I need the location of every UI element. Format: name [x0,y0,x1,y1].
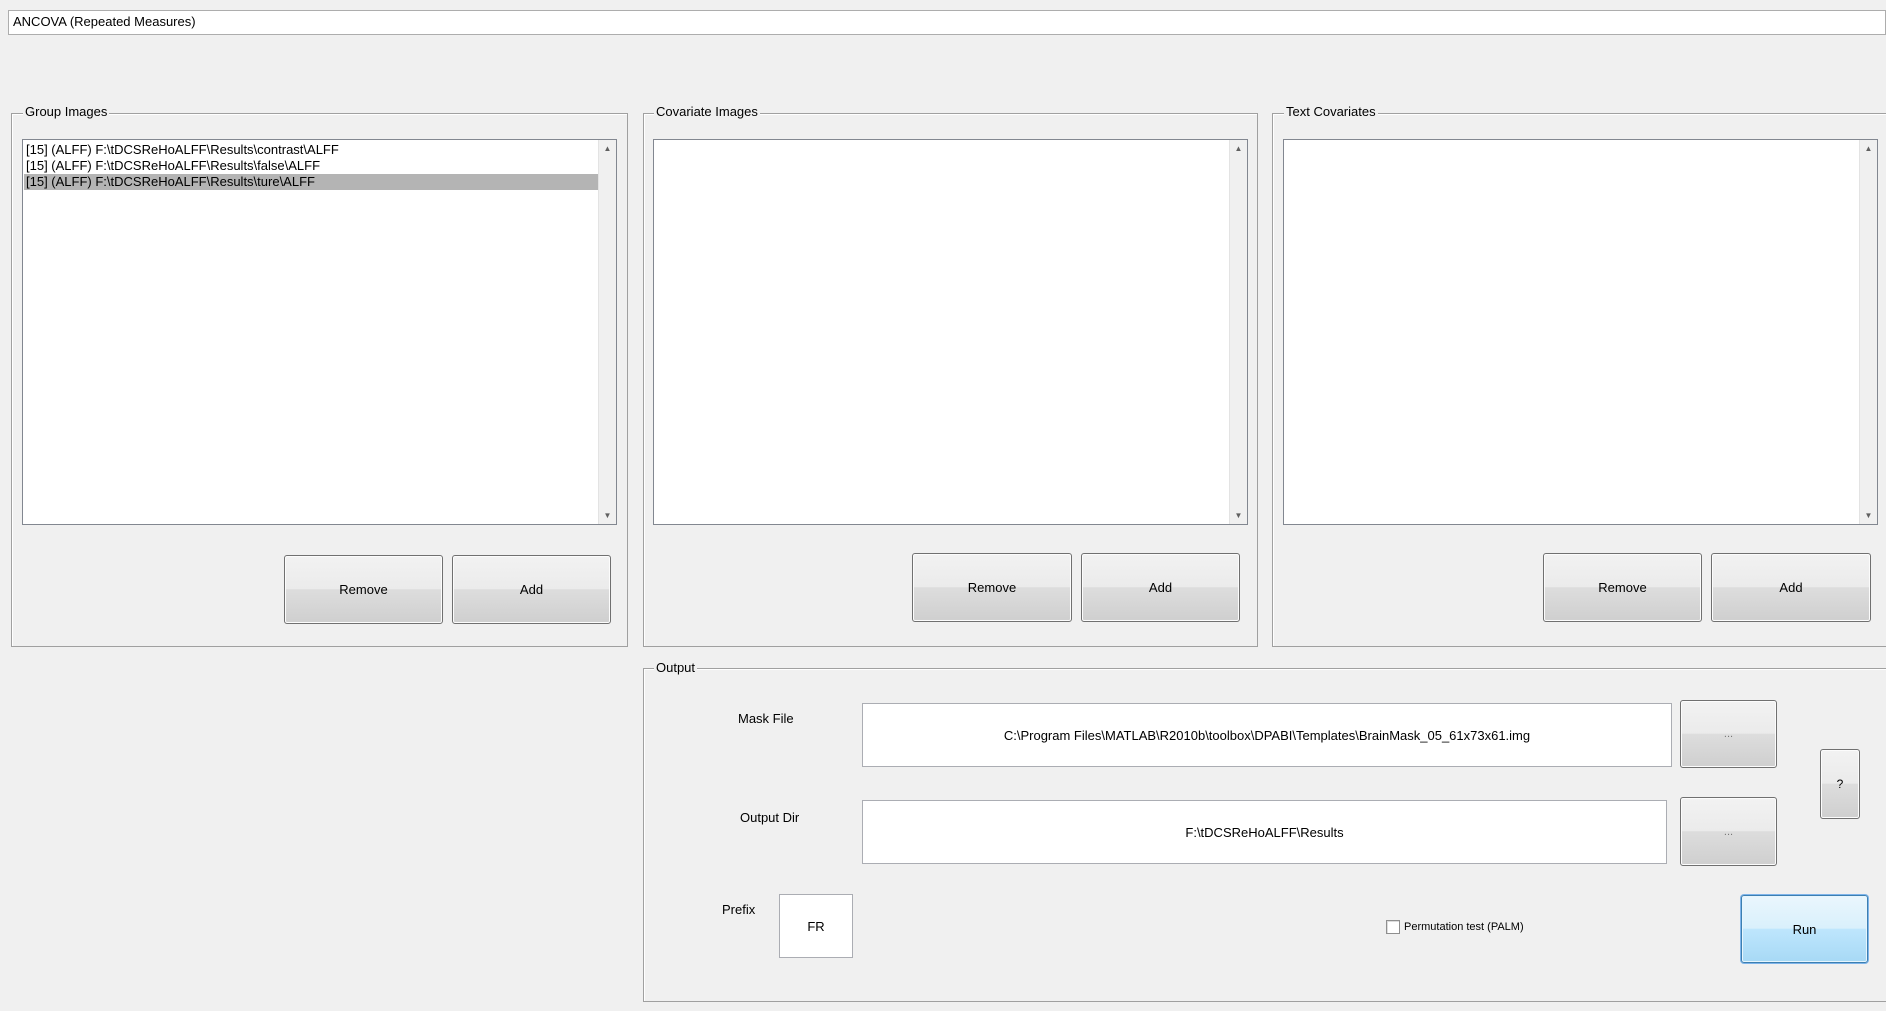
group-images-title: Group Images [23,104,110,120]
prefix-field[interactable]: FR [779,894,853,958]
permutation-test-option[interactable]: Permutation test (PALM) [1386,920,1524,934]
scroll-down-icon[interactable]: ▼ [1230,507,1247,524]
run-button[interactable]: Run [1741,895,1868,963]
covariate-images-add-button[interactable]: Add [1081,553,1240,622]
text-covariates-scrollbar[interactable]: ▲ ▼ [1859,140,1877,524]
scroll-up-icon[interactable]: ▲ [599,140,616,157]
mask-file-browse-button[interactable]: ... [1680,700,1777,768]
covariate-images-remove-button[interactable]: Remove [912,553,1072,622]
permutation-test-label: Permutation test (PALM) [1404,921,1524,933]
list-item[interactable]: [15] (ALFF) F:\tDCSReHoALFF\Results\fals… [24,158,599,174]
text-covariates-listbox[interactable]: ▲ ▼ [1283,139,1878,525]
text-covariates-title: Text Covariates [1284,104,1378,120]
analysis-type-value: ANCOVA (Repeated Measures) [13,14,196,29]
text-covariates-add-button[interactable]: Add [1711,553,1871,622]
group-images-add-button[interactable]: Add [452,555,611,624]
covariate-images-title: Covariate Images [654,104,760,120]
group-images-listbox[interactable]: [15] (ALFF) F:\tDCSReHoALFF\Results\cont… [22,139,617,525]
group-images-remove-button[interactable]: Remove [284,555,443,624]
analysis-type-dropdown[interactable]: ANCOVA (Repeated Measures) [8,10,1886,35]
scroll-down-icon[interactable]: ▼ [1860,507,1877,524]
list-item[interactable]: [15] (ALFF) F:\tDCSReHoALFF\Results\cont… [24,142,599,158]
output-title: Output [654,660,698,676]
mask-file-label: Mask File [738,711,794,726]
permutation-test-checkbox[interactable] [1386,920,1400,934]
scroll-down-icon[interactable]: ▼ [599,507,616,524]
help-button[interactable]: ? [1820,749,1860,819]
text-covariates-remove-button[interactable]: Remove [1543,553,1702,622]
covariate-images-listbox[interactable]: ▲ ▼ [653,139,1248,525]
mask-file-field[interactable]: C:\Program Files\MATLAB\R2010b\toolbox\D… [862,703,1672,767]
scroll-up-icon[interactable]: ▲ [1860,140,1877,157]
output-dir-field[interactable]: F:\tDCSReHoALFF\Results [862,800,1667,864]
output-dir-browse-button[interactable]: ... [1680,797,1777,866]
scroll-up-icon[interactable]: ▲ [1230,140,1247,157]
covariate-images-scrollbar[interactable]: ▲ ▼ [1229,140,1247,524]
group-images-scrollbar[interactable]: ▲ ▼ [598,140,616,524]
list-item[interactable]: [15] (ALFF) F:\tDCSReHoALFF\Results\ture… [24,174,599,190]
output-dir-label: Output Dir [740,810,800,825]
group-images-items: [15] (ALFF) F:\tDCSReHoALFF\Results\cont… [24,142,599,190]
prefix-label: Prefix [722,902,756,917]
